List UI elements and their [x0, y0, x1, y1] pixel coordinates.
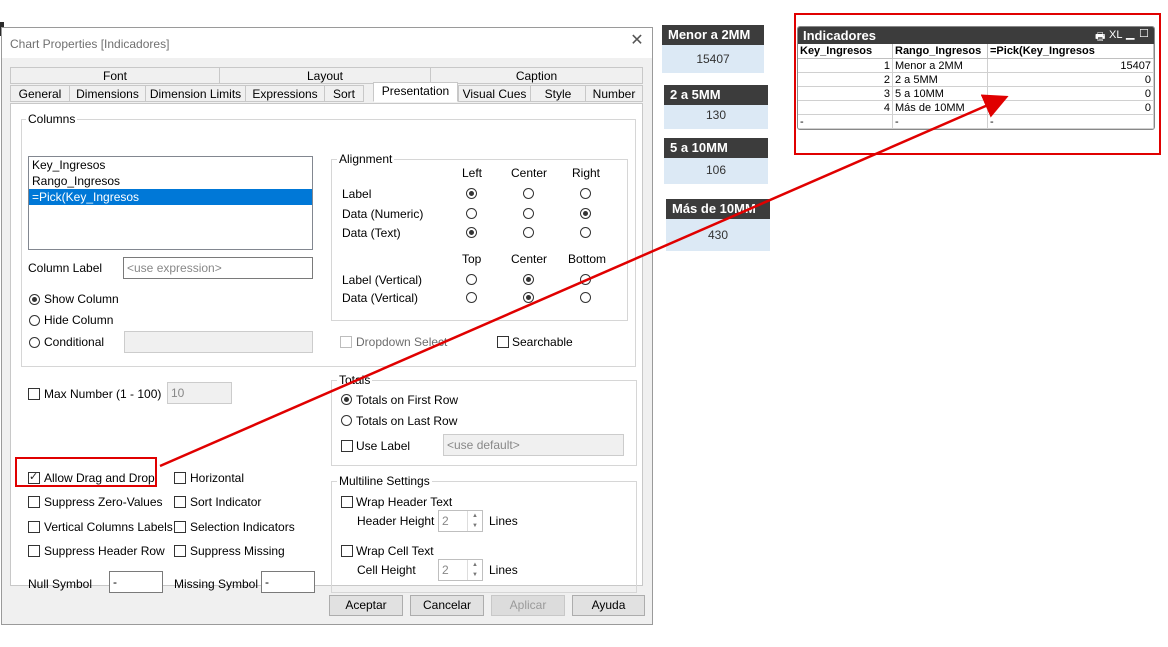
annotation-arrow [159, 94, 1009, 468]
annotation-arrow-line [159, 94, 1009, 468]
